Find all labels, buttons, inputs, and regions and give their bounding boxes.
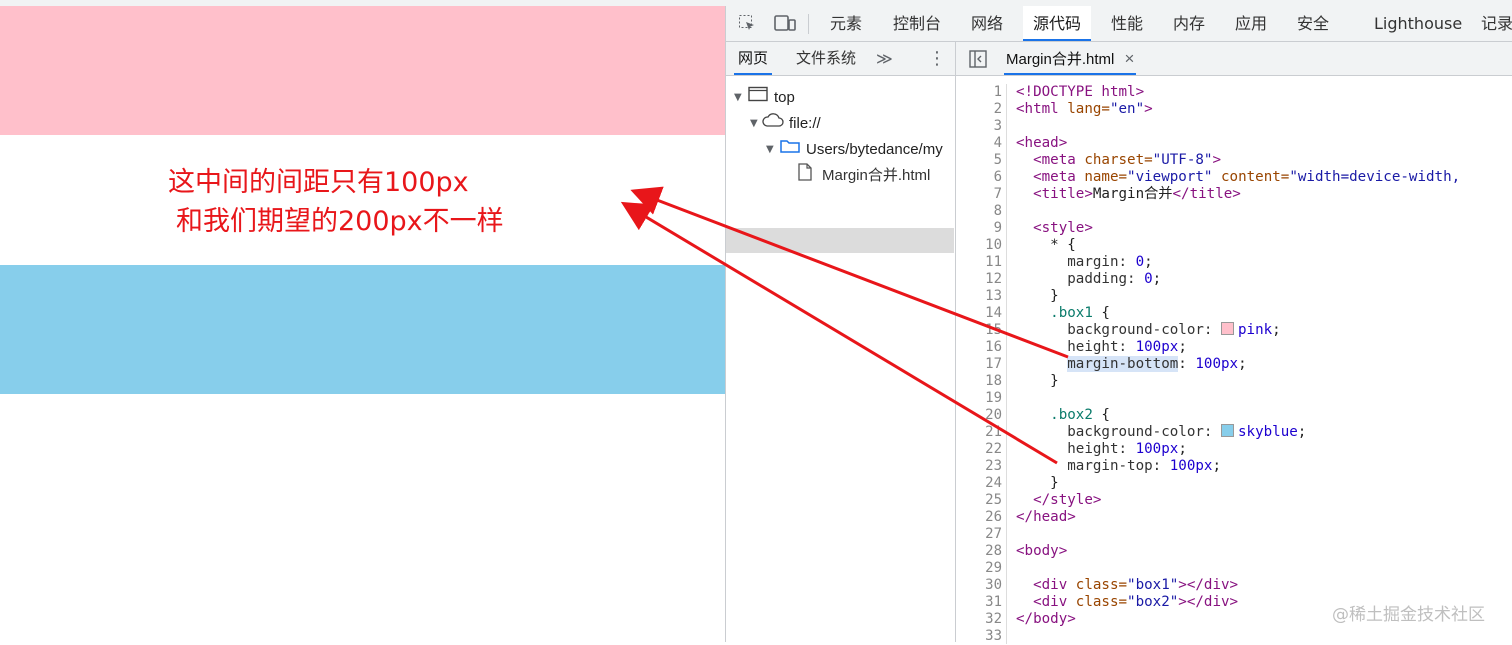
- annotation-arrows: [620, 186, 1069, 465]
- arrow-margin-top: [620, 201, 1058, 465]
- watermark: @稀土掘金技术社区: [1332, 605, 1485, 625]
- arrow-margin-bottom: [630, 186, 1069, 359]
